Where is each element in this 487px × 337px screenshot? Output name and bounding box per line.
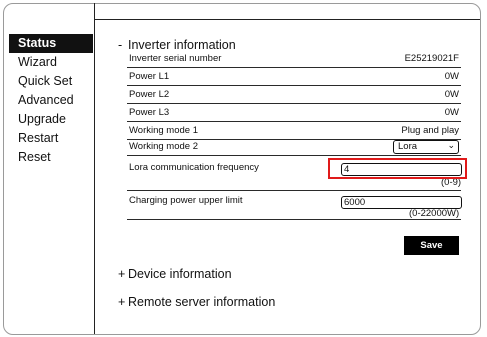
nav-item-status[interactable]: Status <box>9 34 93 53</box>
header-divider <box>95 19 480 20</box>
row-power-l2: Power L2 0W <box>127 87 461 104</box>
save-button[interactable]: Save <box>404 236 459 255</box>
row-value: 0W <box>444 107 459 118</box>
expand-icon: + <box>118 267 126 281</box>
nav-item-quick-set[interactable]: Quick Set <box>9 72 93 91</box>
section-title: Inverter information <box>128 38 236 52</box>
section-toggle-inverter-information[interactable]: - Inverter information <box>118 38 236 52</box>
row-label: Lora communication frequency <box>129 162 259 173</box>
row-power-l3: Power L3 0W <box>127 105 461 122</box>
row-label: Working mode 1 <box>129 125 198 136</box>
highlight-box <box>328 158 467 179</box>
sidebar-nav: Status Wizard Quick Set Advanced Upgrade… <box>9 34 93 167</box>
row-working-mode-1: Working mode 1 Plug and play <box>127 123 461 140</box>
section-title: Remote server information <box>128 295 276 309</box>
nav-item-wizard[interactable]: Wizard <box>9 53 93 72</box>
row-label: Power L3 <box>129 107 170 118</box>
chevron-down-icon: ⌄ <box>447 140 455 150</box>
row-working-mode-2: Working mode 2 Lora ⌄ <box>127 139 461 156</box>
charging-power-range: (0-22000W) <box>409 208 460 219</box>
collapse-icon: - <box>118 38 123 52</box>
expand-icon: + <box>118 295 126 309</box>
row-inverter-serial-number: Inverter serial number E25219021F <box>127 51 461 68</box>
nav-item-reset[interactable]: Reset <box>9 148 93 167</box>
row-power-l1: Power L1 0W <box>127 69 461 86</box>
row-label: Working mode 2 <box>129 141 198 152</box>
sidebar-divider <box>94 3 95 334</box>
row-value: 0W <box>444 71 459 82</box>
section-title: Device information <box>128 267 232 281</box>
nav-item-upgrade[interactable]: Upgrade <box>9 110 93 129</box>
nav-item-restart[interactable]: Restart <box>9 129 93 148</box>
section-toggle-device-information[interactable]: + Device information <box>118 267 232 281</box>
row-value: E25219021F <box>404 53 459 64</box>
nav-item-advanced[interactable]: Advanced <box>9 91 93 110</box>
row-label: Power L2 <box>129 89 170 100</box>
working-mode-2-select[interactable]: Lora ⌄ <box>393 140 459 154</box>
row-value: 0W <box>444 89 459 100</box>
section-toggle-remote-server-information[interactable]: + Remote server information <box>118 295 275 309</box>
row-label: Inverter serial number <box>129 53 222 64</box>
row-label: Charging power upper limit <box>129 195 243 206</box>
select-value: Lora <box>398 141 418 152</box>
row-value: Plug and play <box>401 125 459 136</box>
row-label: Power L1 <box>129 71 170 82</box>
